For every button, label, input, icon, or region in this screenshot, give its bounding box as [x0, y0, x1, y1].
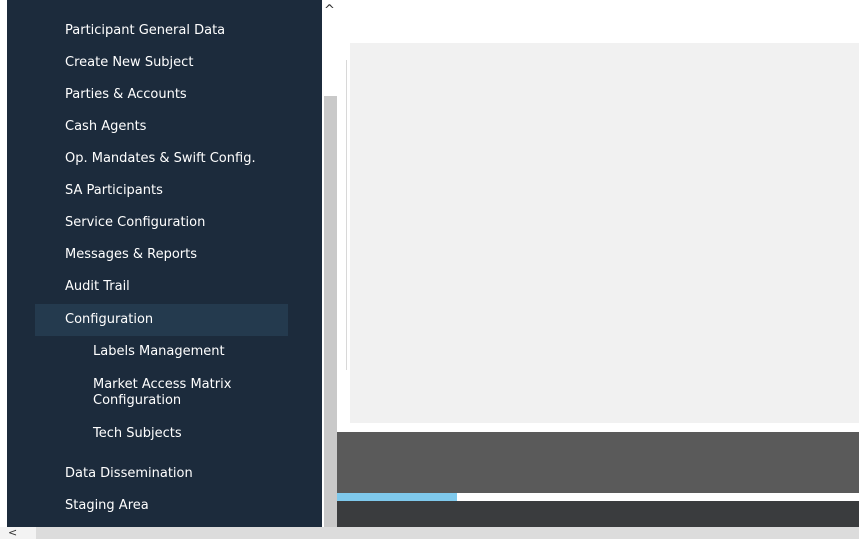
sidebar-item-configuration[interactable]: Configuration — [65, 312, 153, 328]
sidebar-nav: Participant General Data Create New Subj… — [7, 0, 322, 527]
sidebar-item-data-dissemination[interactable]: Data Dissemination — [65, 466, 193, 482]
progress-bar — [337, 493, 859, 501]
sidebar-item-cash-agents[interactable]: Cash Agents — [65, 119, 146, 135]
horizontal-scrollbar[interactable]: < — [0, 527, 859, 539]
scrollbar-thumb[interactable] — [324, 96, 337, 527]
footer-band — [337, 432, 859, 493]
sidebar-item-audit-trail[interactable]: Audit Trail — [65, 279, 130, 295]
sidebar-subitem-labels-management[interactable]: Labels Management — [93, 344, 293, 360]
sidebar-subitem-market-access-matrix[interactable]: Market Access Matrix Configuration — [93, 377, 293, 409]
bottom-bar — [337, 501, 859, 527]
progress-bar-fill — [337, 493, 458, 501]
sidebar-item-parties-accounts[interactable]: Parties & Accounts — [65, 87, 187, 103]
sidebar-item-op-mandates[interactable]: Op. Mandates & Swift Config. — [65, 151, 256, 167]
panel-divider — [346, 60, 347, 370]
sidebar-item-service-configuration[interactable]: Service Configuration — [65, 215, 205, 231]
sidebar-subitem-tech-subjects[interactable]: Tech Subjects — [93, 426, 293, 442]
sidebar-item-sa-participants[interactable]: SA Participants — [65, 183, 163, 199]
sidebar-item-create-new-subject[interactable]: Create New Subject — [65, 55, 193, 71]
sidebar-item-participant-general-data[interactable]: Participant General Data — [65, 23, 225, 39]
scroll-up-icon[interactable]: ^ — [322, 0, 337, 18]
scroll-left-icon[interactable]: < — [0, 527, 36, 539]
sidebar-item-messages-reports[interactable]: Messages & Reports — [65, 247, 197, 263]
sidebar-scrollbar[interactable]: ^ — [322, 0, 337, 527]
content-panel — [350, 43, 859, 423]
sidebar-item-staging-area[interactable]: Staging Area — [65, 498, 149, 514]
